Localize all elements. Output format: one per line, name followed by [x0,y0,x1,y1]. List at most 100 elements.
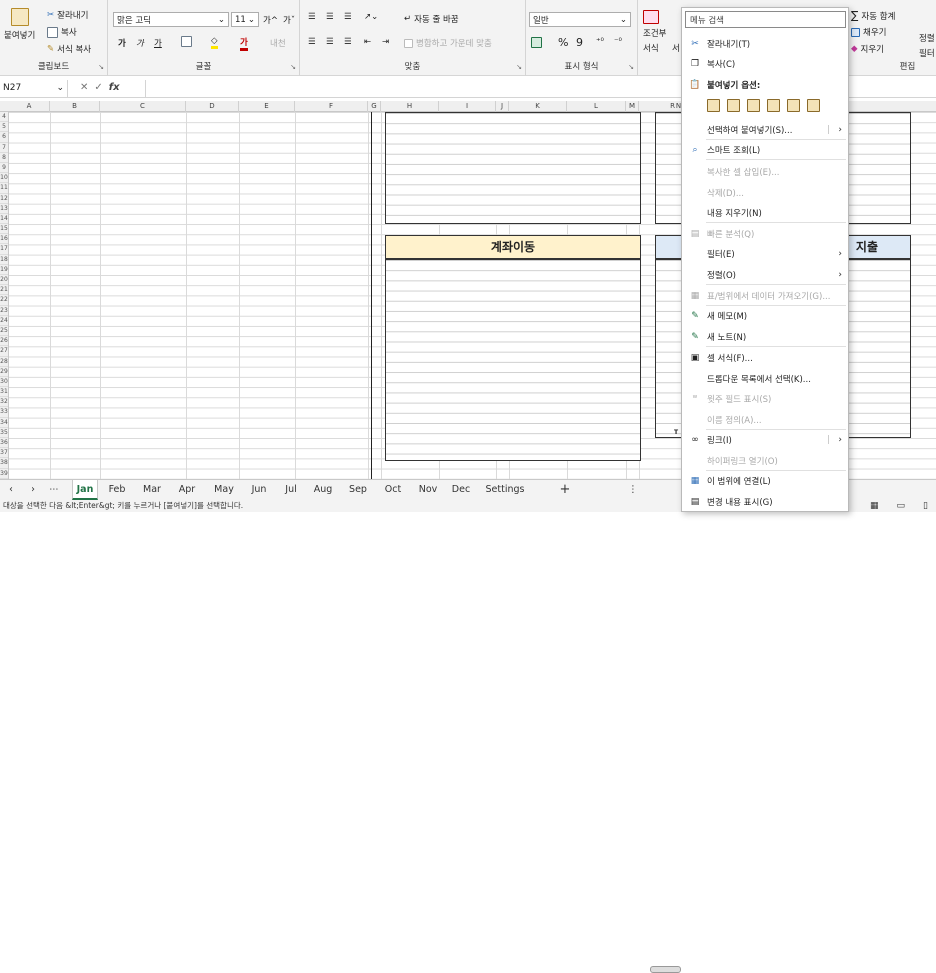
name-box[interactable]: N27⌄ [0,80,68,98]
tab-options-icon[interactable]: ⋮ [628,480,638,500]
column-header-a[interactable]: A [9,101,50,112]
menu-item-4[interactable]: ⌕스마트 조회(L) [682,139,848,160]
row-header[interactable]: 28 [0,357,8,367]
menu-item-10[interactable]: 정렬(O)› [682,264,848,285]
column-header-m[interactable]: M [626,101,639,112]
sheet-tab-sep[interactable]: Sep [343,480,373,500]
row-header[interactable]: 8 [0,153,8,163]
row-header[interactable]: 31 [0,387,8,397]
row-header[interactable]: 33 [0,407,8,417]
tab-scroll-left-icon[interactable]: ‹ [4,480,18,500]
row-header[interactable]: 22 [0,295,8,305]
table-box-top[interactable] [385,112,641,224]
paste-formulas-icon[interactable] [747,99,760,112]
menu-item-18[interactable]: ∞링크(I)|› [682,429,848,450]
menu-item-7[interactable]: 내용 지우기(N) [682,202,848,223]
orientation-button[interactable]: ↗⌄ [364,12,378,22]
sheet-tab-aug[interactable]: Aug [308,480,338,500]
menu-item-15[interactable]: 드롭다운 목록에서 선택(K)... [682,368,848,389]
phonetic-button[interactable]: 내천 [270,37,286,49]
font-color-button[interactable]: 가 [240,36,248,51]
table-box[interactable] [385,259,641,461]
paste-link-icon[interactable] [807,99,820,112]
row-header[interactable]: 12 [0,194,8,204]
page-break-icon[interactable]: ▯ [923,500,928,512]
align-bottom-button[interactable]: ☰ [344,12,352,22]
row-header[interactable]: 38 [0,458,8,468]
fill-color-button[interactable]: ◇ [211,36,218,49]
clear-button[interactable]: ◆지우기 [851,43,884,55]
row-header[interactable]: 13 [0,204,8,214]
row-header[interactable]: 18 [0,255,8,265]
bold-button[interactable]: 가 [118,37,126,49]
align-left-button[interactable]: ☰ [308,37,316,47]
sheet-tab-jul[interactable]: Jul [278,480,304,500]
cut-button[interactable]: ✂잘라내기 [47,9,88,21]
indent-increase-button[interactable]: ⇥ [382,37,389,47]
row-header[interactable]: 37 [0,448,8,458]
column-header-j[interactable]: J [496,101,509,112]
indent-decrease-button[interactable]: ⇤ [364,37,371,47]
font-grow-button[interactable]: 가^ [263,14,278,26]
column-header-d[interactable]: D [186,101,239,112]
paste-button[interactable]: 붙여넣기 [4,8,35,41]
accounting-button[interactable] [531,37,542,48]
horizontal-scrollbar[interactable] [650,966,681,973]
menu-search-input[interactable]: 메뉴 검색 [685,11,846,28]
row-header[interactable]: 21 [0,285,8,295]
check-icon[interactable]: ✓ [94,82,102,93]
insert-function-button[interactable]: fx [109,82,120,93]
menu-item-20[interactable]: ▦이 범위에 연결(L) [682,470,848,491]
sheet-tab-settings[interactable]: Settings [480,480,530,500]
number-format-combo[interactable]: 일반⌄ [529,12,631,27]
font-shrink-button[interactable]: 가ˇ [283,14,295,26]
sheet-tab-apr[interactable]: Apr [172,480,202,500]
menu-item-12[interactable]: ✎새 메모(M) [682,305,848,326]
conditional-format-button[interactable]: 조건부 서식 [643,10,666,54]
sort-filter-button[interactable]: 정렬필터 [919,32,935,59]
format-painter-button[interactable]: ✎서식 복사 [47,43,91,55]
add-sheet-icon[interactable]: + [556,480,574,500]
fill-button[interactable]: 채우기 [851,26,886,38]
row-header[interactable]: 26 [0,336,8,346]
align-top-button[interactable]: ☰ [308,12,316,22]
sheet-tab-jun[interactable]: Jun [245,480,273,500]
sheet-tab-jan[interactable]: Jan [72,480,98,500]
font-size-combo[interactable]: 11⌄ [231,12,259,27]
row-header[interactable]: 35 [0,428,8,438]
paste-transpose-icon[interactable] [767,99,780,112]
menu-item-9[interactable]: 필터(E)› [682,243,848,264]
decrease-decimal-button[interactable]: ⁻⁰ [614,37,622,47]
merge-center-button[interactable]: 병합하고 가운데 맞춤 [404,37,492,49]
row-header[interactable]: 23 [0,306,8,316]
tab-scroll-right-icon[interactable]: › [26,480,40,500]
align-center-button[interactable]: ☰ [326,37,334,47]
page-layout-icon[interactable]: ▭ [897,500,906,512]
row-header[interactable]: 30 [0,377,8,387]
dialog-launcher-icon[interactable]: ↘ [290,63,296,71]
format-as-table-button[interactable]: 서 [672,42,680,54]
row-header[interactable]: 36 [0,438,8,448]
row-header[interactable]: 34 [0,418,8,428]
row-header[interactable]: 24 [0,316,8,326]
sheet-tab-oct[interactable]: Oct [378,480,408,500]
row-header[interactable]: 11 [0,183,8,193]
menu-item-21[interactable]: ▤변경 내용 표시(G) [682,491,848,512]
menu-item-2[interactable]: 📋붙여넣기 옵션: [682,74,848,95]
column-header-b[interactable]: B [50,101,100,112]
underline-button[interactable]: 가 [154,37,162,49]
italic-button[interactable]: 가 [136,37,144,49]
column-header-f[interactable]: F [295,101,368,112]
row-header[interactable]: 32 [0,397,8,407]
column-header-l[interactable]: L [567,101,626,112]
copy-button[interactable]: 복사 [47,26,77,38]
row-header[interactable]: 6 [0,132,8,142]
row-header[interactable]: 4 [0,112,8,122]
dialog-launcher-icon[interactable]: ↘ [98,63,104,71]
row-header[interactable]: 39 [0,469,8,479]
menu-item-1[interactable]: ❐복사(C) [682,53,848,74]
sheet-tab-feb[interactable]: Feb [102,480,132,500]
column-header-e[interactable]: E [239,101,295,112]
align-middle-button[interactable]: ☰ [326,12,334,22]
menu-item-3[interactable]: 선택하여 붙여넣기(S)...|› [682,119,848,140]
